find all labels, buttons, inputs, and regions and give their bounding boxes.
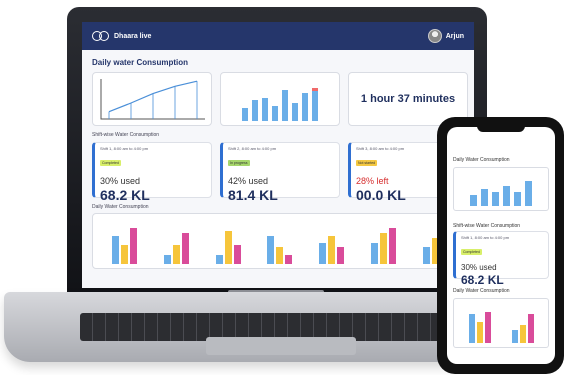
status-badge: In progress [228,160,250,166]
chart-bar [292,103,298,121]
chart-bar [519,324,526,343]
shift-section-label: Shift-wise Water Consumption [92,132,160,138]
phone-grouped-bar-chart [454,311,548,343]
shift-amount: 68.2 KL [100,187,150,203]
shift-amount: 81.4 KL [228,187,278,203]
bar-group [319,235,345,264]
brand-logo[interactable]: Dhaara live [92,31,151,41]
shift-title: Shift 2, 8:00 am to 4:00 pm [228,146,277,151]
line-chart-card[interactable] [92,72,212,126]
chart-bar [285,254,293,264]
grouped-bar-chart-card[interactable] [92,213,468,269]
user-name: Arjun [445,32,464,40]
chart-bar [242,108,248,121]
chart-bar [252,100,258,121]
bar-group [370,228,396,264]
chart-bar [130,228,138,264]
phone-section-label-1: Daily Water Consumption [453,157,510,163]
shift-card-1[interactable]: Shift 1, 8:00 am to 4:00 pm Completed 30… [92,142,212,203]
chart-bar [422,247,430,264]
status-badge: Completed [100,160,121,166]
chart-bar [182,233,190,264]
duration-value: 1 hour 37 minutes [360,93,456,105]
chart-bar [262,97,268,121]
shift-amount: 68.2 KL [461,273,504,287]
top-navbar: Dhaara live Arjun [82,22,474,50]
phone-section-label-2: Daily Water Consumption [453,288,510,294]
bar-chart [221,87,339,121]
status-badge: Not started [356,160,378,166]
avatar [427,29,442,43]
bar-group [511,314,534,343]
chart-bar [370,242,378,264]
bar-group [267,235,293,264]
trackpad [206,337,356,355]
chart-bar [173,245,181,264]
shift-title: Shift 1, 8:00 am to 4:00 pm [461,235,510,240]
phone-grouped-chart-card[interactable] [453,298,549,348]
chart-bar [503,186,510,206]
chart-bar [282,90,288,121]
chart-bar [484,311,491,343]
shift-card-2[interactable]: Shift 2, 8:00 am to 4:00 pm In progress … [220,142,340,203]
shift-used: 30% used [100,176,141,186]
user-menu[interactable]: Arjun [427,29,464,43]
chart-bar [121,245,129,264]
chart-bar [233,245,241,264]
brand-name: Dhaara live [114,32,152,40]
chart-bar [276,247,284,264]
bottom-section-label: Daily Water Consumption [92,204,149,210]
status-badge: Completed [461,249,482,255]
infinity-logo-icon [92,31,110,41]
chart-bar [476,322,483,343]
bar-group [468,311,491,343]
phone-shift-card[interactable]: Shift 1, 8:00 am to 4:00 pm Completed 30… [453,231,549,287]
grouped-bar-chart [93,228,467,264]
chart-bar [312,87,318,121]
chart-bar [328,235,336,264]
chart-bar [525,180,532,206]
line-chart [100,79,205,120]
chart-bar [514,192,521,206]
chart-bar [470,194,477,206]
chart-bar [215,254,223,264]
bar-group [215,230,241,264]
chart-bar [267,235,275,264]
phone-bar-chart [454,180,548,206]
chart-bar [112,235,120,264]
phone-bar-chart-card[interactable] [453,167,549,211]
chart-bar [319,242,327,264]
bar-group [112,228,138,264]
phone-shift-section-label: Shift-wise Water Consumption [453,223,521,229]
chart-bar [379,233,387,264]
phone-screen: Daily Water Consumption Shift-wise Water… [447,127,555,364]
phone-notch [477,124,525,132]
chart-bar [224,230,232,264]
chart-bar [164,254,172,264]
chart-bar [468,314,475,343]
page-title: Daily water Consumption [92,58,189,67]
shift-title: Shift 1, 8:00 am to 4:00 pm [100,146,149,151]
chart-bar [388,228,396,264]
shift-used: 30% used [461,263,497,272]
chart-bar [302,92,308,121]
chart-bar [272,105,278,121]
chart-bar [492,192,499,206]
bar-group [164,233,190,264]
shift-used: 42% used [228,176,269,186]
chart-bar [511,329,518,343]
chart-bar [481,189,488,206]
bar-chart-card[interactable] [220,72,340,126]
chart-bar [337,247,345,264]
laptop-screen: Dhaara live Arjun Daily water Consumptio… [82,22,474,288]
chart-bar [527,314,534,343]
